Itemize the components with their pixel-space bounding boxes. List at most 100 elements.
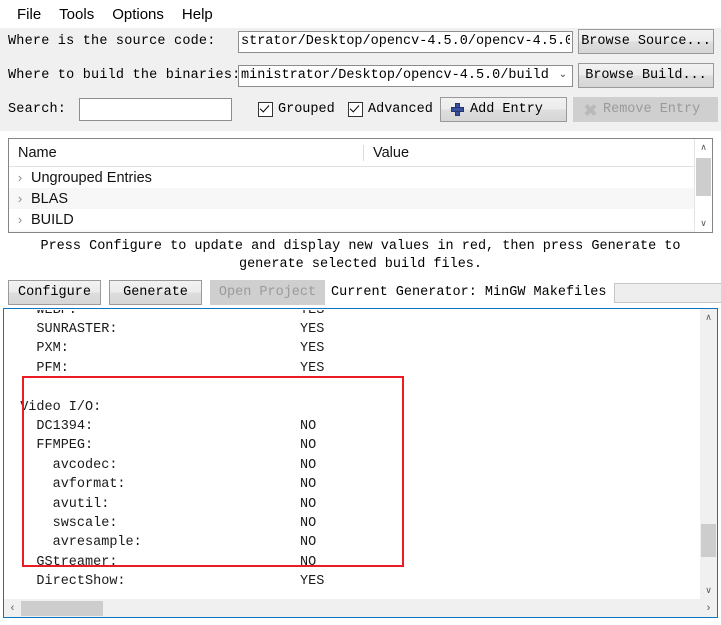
log-line-value: YES	[300, 310, 325, 318]
menu-file[interactable]: File	[8, 4, 50, 25]
log-line-value: NO	[300, 554, 317, 570]
log-line-key: Video I/O:	[4, 399, 102, 415]
log-line-key: avutil:	[4, 496, 110, 512]
table-row[interactable]: › BLAS	[9, 188, 694, 209]
scroll-down-arrow-icon[interactable]: ∨	[695, 215, 712, 232]
chevron-right-icon[interactable]: ›	[9, 192, 31, 205]
generator-blank-field[interactable]	[614, 282, 721, 303]
scroll-left-arrow-icon[interactable]: ‹	[4, 600, 21, 617]
open-project-button: Open Project	[210, 280, 325, 305]
log-vertical-scrollbar[interactable]: ∧ ∨	[700, 309, 717, 599]
log-line-key: avcodec:	[4, 457, 118, 473]
configure-button[interactable]: Configure	[8, 280, 101, 305]
checkbox-icon-grouped[interactable]	[258, 102, 273, 117]
source-path-value: strator/Desktop/opencv-4.5.0/opencv-4.5.…	[241, 34, 570, 49]
browse-build-button[interactable]: Browse Build...	[578, 63, 714, 88]
search-label: Search:	[8, 102, 67, 117]
menu-help[interactable]: Help	[173, 4, 222, 25]
advanced-checkbox[interactable]: Advanced	[348, 102, 433, 117]
grouped-checkbox[interactable]: Grouped	[258, 102, 335, 117]
add-entry-label: Add Entry	[470, 102, 543, 117]
log-line: GStreamer: NO	[4, 553, 700, 572]
log-line-key: DirectShow:	[4, 574, 126, 590]
status-message-line-2: generate selected build files.	[238, 257, 483, 272]
checkbox-icon-advanced[interactable]	[348, 102, 363, 117]
table-row[interactable]: › Ungrouped Entries	[9, 167, 694, 188]
scroll-up-arrow-icon[interactable]: ∧	[700, 309, 717, 326]
log-line: swscale: NO	[4, 514, 700, 533]
browse-source-button[interactable]: Browse Source...	[578, 29, 714, 54]
search-input-wrap[interactable]	[79, 98, 232, 121]
tree-column-header-name[interactable]: Name	[9, 144, 364, 161]
log-line: Video I/O:	[4, 398, 700, 417]
log-line: WEBP: YES	[4, 310, 700, 320]
log-line-key: SUNRASTER:	[4, 322, 118, 337]
output-log-panel[interactable]: WEBP: YES SUNRASTER: YES PXM: YES PFM: Y…	[3, 308, 718, 618]
build-path-label: Where to build the binaries:	[8, 68, 241, 83]
search-input[interactable]	[82, 101, 229, 118]
tree-vertical-scrollbar[interactable]: ∧ ∨	[694, 139, 712, 232]
log-line-key: DC1394:	[4, 418, 94, 434]
log-line-value: NO	[300, 515, 317, 531]
log-line: FFMPEG: NO	[4, 436, 700, 455]
tree-scrollbar-thumb[interactable]	[696, 158, 711, 196]
log-hscroll-track[interactable]	[21, 600, 700, 617]
output-log-text[interactable]: WEBP: YES SUNRASTER: YES PXM: YES PFM: Y…	[4, 309, 700, 599]
log-line-key: PFM:	[4, 360, 69, 376]
cache-entries-tree[interactable]: Name Value › Ungrouped Entries › BLAS › …	[8, 138, 713, 233]
log-line-key: avresample:	[4, 535, 142, 551]
grouped-label: Grouped	[278, 102, 335, 117]
current-generator-label: Current Generator: MinGW Makefiles	[331, 285, 607, 300]
menu-bar: File Tools Options Help	[0, 0, 721, 28]
scroll-right-arrow-icon[interactable]: ›	[700, 600, 717, 617]
log-line: DirectShow: YES	[4, 572, 700, 591]
add-entry-button[interactable]: Add Entry	[440, 97, 567, 122]
log-line-value: YES	[300, 322, 325, 337]
generate-button[interactable]: Generate	[109, 280, 202, 305]
menu-options[interactable]: Options	[103, 4, 173, 25]
output-log-main: WEBP: YES SUNRASTER: YES PXM: YES PFM: Y…	[4, 309, 717, 599]
log-line-key	[4, 378, 300, 397]
status-message-line-1: Press Configure to update and display ne…	[40, 239, 681, 254]
log-line-blank	[4, 378, 700, 397]
remove-entry-label: Remove Entry	[603, 102, 701, 117]
table-row[interactable]: › BUILD	[9, 209, 694, 230]
scroll-up-arrow-icon[interactable]: ∧	[695, 139, 712, 156]
log-line: avutil: NO	[4, 495, 700, 514]
log-line-value: YES	[300, 360, 325, 376]
build-path-combobox[interactable]: ministrator/Desktop/opencv-4.5.0/build ⌄	[238, 64, 573, 87]
log-line: PFM: YES	[4, 359, 700, 378]
log-line-key	[4, 591, 300, 599]
log-horizontal-scrollbar[interactable]: ‹ ›	[4, 599, 717, 617]
chevron-down-icon[interactable]: ⌄	[556, 70, 570, 81]
remove-entry-button: Remove Entry	[573, 97, 718, 122]
log-line-value: NO	[300, 477, 317, 493]
search-row: Search: Grouped Advanced Add Entry Remov…	[0, 97, 721, 122]
log-line: avresample: NO	[4, 533, 700, 552]
tree-item-label: BUILD	[31, 211, 74, 228]
chevron-right-icon[interactable]: ›	[9, 171, 31, 184]
status-message: Press Configure to update and display ne…	[0, 238, 721, 274]
tree-item-label: Ungrouped Entries	[31, 169, 152, 186]
table-row[interactable]: › CLAMDBLAS	[9, 230, 694, 232]
chevron-right-icon[interactable]: ›	[9, 213, 31, 226]
scroll-down-arrow-icon[interactable]: ∨	[700, 582, 717, 599]
log-scrollbar-thumb[interactable]	[701, 524, 716, 557]
log-line-value: NO	[300, 496, 317, 512]
cross-icon	[584, 103, 597, 116]
log-line-key: avformat:	[4, 477, 126, 493]
log-line-key: WEBP:	[4, 310, 77, 318]
source-path-label: Where is the source code:	[8, 34, 216, 49]
log-hscrollbar-thumb[interactable]	[21, 600, 103, 616]
log-line: avcodec: NO	[4, 456, 700, 475]
log-line-value: NO	[300, 438, 317, 454]
log-line: PXM: YES	[4, 339, 700, 358]
build-path-value: ministrator/Desktop/opencv-4.5.0/build	[241, 68, 549, 83]
tree-column-header-value[interactable]: Value	[364, 145, 694, 161]
action-button-bar: Configure Generate Open Project Current …	[0, 280, 721, 305]
log-line: SUNRASTER: YES	[4, 320, 700, 339]
log-line-key: swscale:	[4, 515, 118, 531]
menu-tools[interactable]: Tools	[50, 4, 103, 25]
log-line-key: GStreamer:	[4, 554, 118, 570]
source-path-input[interactable]: strator/Desktop/opencv-4.5.0/opencv-4.5.…	[238, 30, 573, 53]
